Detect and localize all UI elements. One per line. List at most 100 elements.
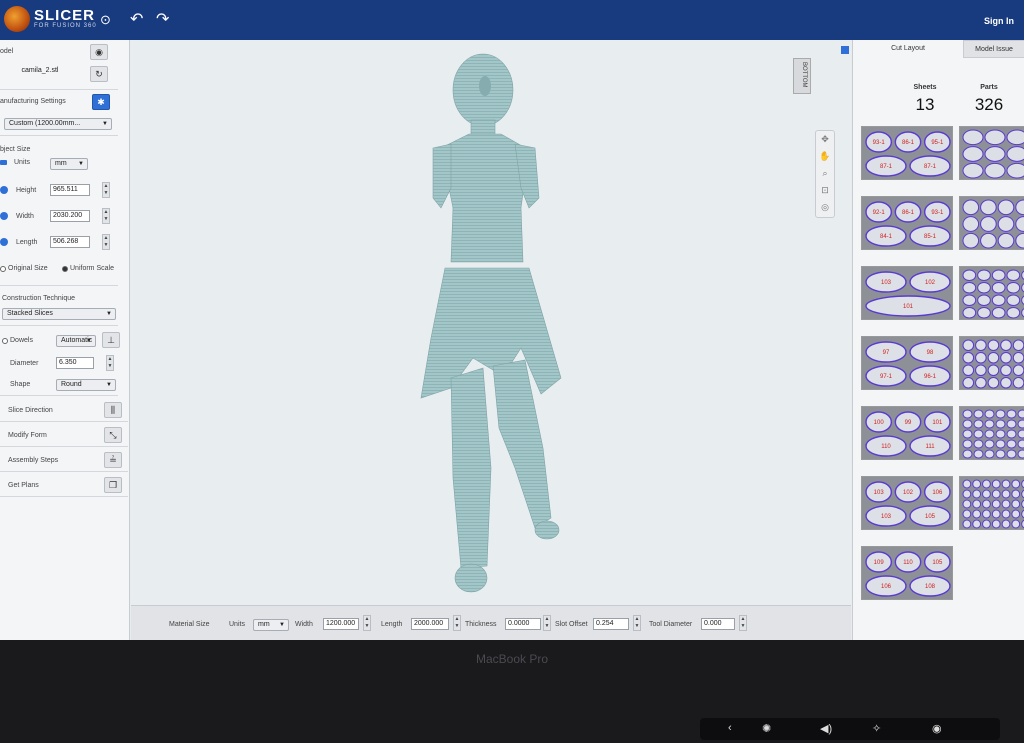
slice-direction-row[interactable]: Slice Direction ⫼ [0, 400, 128, 422]
sheet-part [1012, 339, 1024, 351]
dropdown-circle-icon[interactable]: ⊙ [100, 12, 111, 28]
3d-viewport[interactable]: BOTTOM ✥ ✋ ⌕ ⊡ ◎ [131, 40, 851, 605]
tool-diameter-stepper[interactable]: ▲ ▼ [739, 615, 747, 631]
sheet-part-label: 86-1 [902, 210, 915, 216]
modify-form-row[interactable]: Modify Form ⤡ [0, 425, 128, 447]
sheet-parts-drawing: 103 102 106 103 105 [865, 481, 951, 527]
sheet-thumbnail[interactable]: 92-1 86-1 93-1 84-1 85-1 [861, 196, 953, 250]
dowel-settings-icon[interactable]: ⊥ [102, 332, 120, 348]
sheet-thumbnail[interactable]: 97 98 97-1 96-1 [861, 336, 953, 390]
tab-cut-layout[interactable]: Cut Layout [853, 40, 963, 58]
units-label: Units [14, 159, 30, 166]
slot-offset-input[interactable]: 0.254 [593, 618, 629, 630]
modify-form-icon[interactable]: ⤡ [104, 427, 122, 443]
width-stepper[interactable]: ▲ ▼ [102, 208, 110, 224]
sheet-part [984, 146, 1006, 162]
volume-icon[interactable]: ◀) [820, 722, 832, 735]
modify-form-label: Modify Form [8, 432, 47, 439]
get-plans-row[interactable]: Get Plans ❐ [0, 475, 128, 497]
material-length-stepper[interactable]: ▲ ▼ [453, 615, 461, 631]
sheet-thumbnail[interactable]: 100 99 101 110 111 [861, 406, 953, 460]
sheet-thumbnail[interactable]: 103 102 101 [861, 266, 953, 320]
shape-select[interactable]: Round [56, 379, 116, 391]
sheet-thumbnail[interactable]: 103 102 106 103 105 [861, 476, 953, 530]
assembly-steps-row[interactable]: Assembly Steps ≟ [0, 450, 128, 472]
sheet-part [973, 409, 984, 419]
sign-in-button[interactable]: Sign In [984, 16, 1014, 26]
material-width-input[interactable]: 1200.000 [323, 618, 359, 630]
collapse-panel-icon[interactable] [841, 46, 849, 54]
units-select[interactable]: mm [50, 158, 88, 170]
get-plans-icon[interactable]: ❐ [104, 477, 122, 493]
diameter-label: Diameter [10, 360, 39, 367]
fit-view-icon[interactable]: ⊡ [816, 182, 834, 199]
sheet-part [962, 307, 977, 319]
siri-wand-icon[interactable]: ✧ [872, 722, 881, 735]
thickness-stepper[interactable]: ▲ ▼ [543, 615, 551, 631]
slice-direction-icon[interactable]: ⫼ [104, 402, 122, 418]
sheets-label: Sheets [913, 84, 937, 91]
diameter-input[interactable]: 6.350 [56, 357, 94, 369]
redo-icon[interactable]: ↷ [156, 12, 169, 28]
orbit-icon[interactable]: ✥ [816, 131, 834, 148]
view-cube[interactable]: BOTTOM [793, 58, 811, 94]
material-width-stepper[interactable]: ▲ ▼ [363, 615, 371, 631]
sheet-part [984, 162, 1006, 179]
uniform-scale-radio[interactable] [62, 266, 68, 272]
manufacturing-select[interactable]: Custom (1200.00mm... [4, 118, 112, 130]
app-brand[interactable]: SLICER FOR FUSION 360 [4, 6, 97, 32]
visibility-eye-icon[interactable]: ◉ [90, 44, 108, 60]
width-input[interactable]: 2030.200 [50, 210, 90, 222]
construction-select[interactable]: Stacked Slices [2, 308, 116, 320]
diameter-stepper[interactable]: ▲ ▼ [106, 355, 114, 371]
sheet-part [1017, 409, 1024, 419]
sheet-thumbnail[interactable] [959, 406, 1024, 460]
dowels-select[interactable]: Automatic [56, 335, 96, 347]
sheet-part [980, 199, 997, 216]
sheet-parts-drawing [962, 479, 1024, 529]
original-size-radio[interactable] [0, 266, 6, 272]
height-stepper[interactable]: ▲ ▼ [102, 182, 110, 198]
sheet-thumbnail[interactable] [959, 476, 1024, 530]
gear-icon[interactable]: ✱ [92, 94, 110, 110]
sheet-part [962, 429, 973, 439]
sheet-part [1001, 509, 1011, 519]
sheet-part [962, 294, 977, 306]
chevron-left-icon[interactable]: ‹ [728, 722, 732, 734]
zoom-icon[interactable]: ⌕ [816, 165, 834, 182]
sheet-thumbnail[interactable] [959, 196, 1024, 250]
material-length-label: Length [381, 621, 403, 628]
cut-layout-panel: Cut Layout Model Issue Sheets 13 Parts 3… [852, 40, 1024, 640]
thickness-input[interactable]: 0.0000 [505, 618, 541, 630]
touch-id-icon[interactable]: ◉ [932, 722, 942, 735]
slot-offset-label: Slot Offset [555, 621, 588, 628]
sheet-thumbnail[interactable] [959, 336, 1024, 390]
sliced-model-figure[interactable] [411, 48, 571, 608]
touch-bar: ‹ ✺ ◀) ✧ ◉ [700, 718, 1000, 740]
length-input[interactable]: 506.268 [50, 236, 90, 248]
sheet-thumbnail[interactable]: 109 110 105 106 108 [861, 546, 953, 600]
slot-offset-stepper[interactable]: ▲ ▼ [633, 615, 641, 631]
tool-diameter-input[interactable]: 0.000 [701, 618, 735, 630]
length-stepper[interactable]: ▲ ▼ [102, 234, 110, 250]
sheet-part [995, 439, 1006, 449]
material-length-input[interactable]: 2000.000 [411, 618, 449, 630]
sheet-part [1006, 449, 1017, 459]
bottom-units-select[interactable]: mm [253, 619, 289, 631]
undo-icon[interactable]: ↶ [130, 12, 143, 28]
sheet-part-label: 101 [903, 304, 914, 310]
sheet-part [987, 352, 1000, 364]
sheet-thumbnail[interactable] [959, 266, 1024, 320]
brightness-icon[interactable]: ✺ [762, 722, 771, 735]
sheet-thumbnail[interactable]: 93-1 86-1 95-1 87-1 87-1 [861, 126, 953, 180]
look-at-icon[interactable]: ◎ [816, 199, 834, 216]
refresh-icon[interactable]: ↻ [90, 66, 108, 82]
tab-model-issues[interactable]: Model Issue [963, 40, 1024, 58]
tool-diameter-label: Tool Diameter [649, 621, 693, 628]
sheet-part [1012, 377, 1024, 389]
assembly-steps-icon[interactable]: ≟ [104, 452, 122, 468]
height-input[interactable]: 965.511 [50, 184, 90, 196]
dowels-radio[interactable] [2, 338, 8, 344]
pan-hand-icon[interactable]: ✋ [816, 148, 834, 165]
sheet-thumbnail[interactable] [959, 126, 1024, 180]
